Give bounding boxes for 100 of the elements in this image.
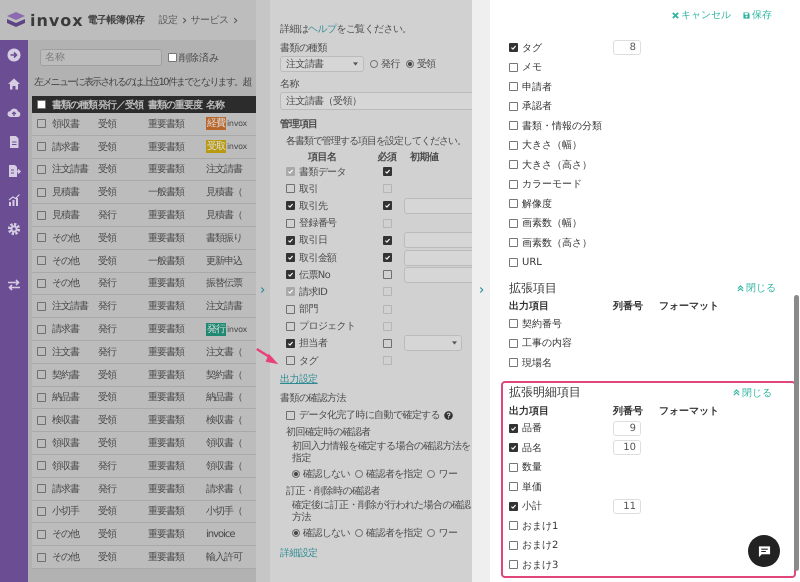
checkbox[interactable] <box>286 322 295 331</box>
settings-icon[interactable] <box>7 222 21 236</box>
checkbox[interactable] <box>382 270 392 280</box>
checkbox[interactable] <box>509 199 518 208</box>
checkbox[interactable] <box>509 82 518 92</box>
home-icon[interactable] <box>7 77 21 91</box>
checkbox[interactable] <box>36 119 46 128</box>
scrollbar[interactable] <box>794 295 799 571</box>
checkbox[interactable] <box>36 278 46 288</box>
checkbox[interactable] <box>509 443 518 452</box>
checkbox[interactable] <box>36 506 46 516</box>
checkbox[interactable] <box>509 521 518 530</box>
radio-button[interactable] <box>292 529 300 538</box>
column-header[interactable]: 書類の種類 <box>50 98 98 112</box>
checkbox[interactable] <box>509 319 518 328</box>
checkbox[interactable] <box>509 258 518 267</box>
checkbox[interactable] <box>509 560 518 570</box>
column-number-field[interactable]: 11 <box>613 498 641 514</box>
chevron-right-icon[interactable] <box>260 286 265 294</box>
cloud-upload-icon[interactable] <box>7 106 21 120</box>
checkbox[interactable] <box>36 392 46 402</box>
checkbox[interactable] <box>509 482 518 492</box>
breadcrumb-link[interactable]: サービス <box>190 13 229 27</box>
checkbox[interactable] <box>509 43 518 52</box>
checkbox[interactable] <box>509 502 518 511</box>
column-number-field[interactable]: 9 <box>613 420 641 436</box>
bar-chart-icon[interactable] <box>7 193 21 207</box>
checkbox[interactable] <box>382 253 392 262</box>
arrow-circle-icon[interactable] <box>7 48 21 62</box>
checkbox[interactable] <box>509 424 518 433</box>
checkbox[interactable] <box>36 347 46 356</box>
column-number-field[interactable]: 10 <box>613 440 641 456</box>
checkbox[interactable] <box>36 530 46 539</box>
radio-button[interactable] <box>370 60 378 68</box>
checkbox[interactable] <box>382 236 392 245</box>
checkbox[interactable] <box>509 140 518 150</box>
checkbox[interactable] <box>509 218 518 228</box>
radio-button[interactable] <box>427 470 436 478</box>
breadcrumb-link[interactable]: 設定 <box>158 13 178 27</box>
checkbox[interactable] <box>36 461 46 470</box>
initial-value-field[interactable] <box>404 198 472 214</box>
column-header[interactable]: 名称 <box>206 98 256 112</box>
checkbox[interactable] <box>286 270 295 280</box>
checkbox[interactable] <box>509 102 518 111</box>
document-export-icon[interactable] <box>7 164 21 178</box>
checkbox[interactable] <box>36 302 46 311</box>
name-field[interactable]: 注文請書（受領） <box>280 92 472 110</box>
checkbox[interactable] <box>286 236 295 245</box>
initial-value-field[interactable] <box>404 232 472 248</box>
checkbox[interactable] <box>36 438 46 448</box>
checkbox[interactable] <box>509 62 518 72</box>
checkbox[interactable] <box>36 210 46 220</box>
initial-value-field[interactable] <box>404 250 472 266</box>
search-field[interactable]: 名称 <box>40 49 162 66</box>
item-label: 解像度 <box>522 198 552 211</box>
checkbox[interactable] <box>36 484 46 494</box>
radio-button[interactable] <box>292 470 300 478</box>
checkbox[interactable] <box>509 160 518 170</box>
checkbox[interactable] <box>286 218 295 228</box>
checkbox[interactable] <box>36 188 46 197</box>
initial-value-field[interactable] <box>404 266 472 283</box>
swap-arrows-icon[interactable] <box>7 278 21 292</box>
checkbox[interactable] <box>286 304 295 314</box>
radio-button[interactable] <box>406 60 414 68</box>
checkbox[interactable] <box>509 338 518 348</box>
chat-button[interactable] <box>748 535 780 567</box>
checkbox[interactable] <box>286 201 295 210</box>
checkbox[interactable] <box>509 121 518 130</box>
checkbox[interactable] <box>36 370 46 380</box>
column-number-field[interactable]: 8 <box>613 40 641 56</box>
checkbox[interactable] <box>509 358 518 368</box>
checkbox[interactable] <box>36 324 46 334</box>
radio-button[interactable] <box>427 529 436 538</box>
checkbox[interactable] <box>286 184 295 194</box>
help-icon[interactable] <box>444 410 454 420</box>
checkbox[interactable] <box>286 338 295 348</box>
checkbox[interactable] <box>36 256 46 266</box>
radio-button[interactable] <box>355 470 364 478</box>
chevron-right-icon[interactable] <box>479 286 484 294</box>
checkbox[interactable] <box>382 338 392 348</box>
checkbox[interactable] <box>509 462 518 472</box>
checkbox[interactable] <box>286 356 295 366</box>
checkbox[interactable] <box>509 540 518 550</box>
checkbox[interactable] <box>509 180 518 189</box>
column-header[interactable]: 書類の重要度 <box>148 98 206 112</box>
checkbox[interactable] <box>36 164 46 174</box>
checkbox[interactable] <box>168 53 177 62</box>
checkbox[interactable] <box>36 552 46 562</box>
checkbox[interactable] <box>36 100 46 109</box>
checkbox[interactable] <box>382 201 392 210</box>
document-icon[interactable] <box>7 135 21 149</box>
checkbox[interactable] <box>286 410 295 420</box>
column-header[interactable]: 発行／受領 <box>98 98 148 112</box>
checkbox[interactable] <box>509 238 518 248</box>
checkbox[interactable] <box>36 142 46 152</box>
checkbox[interactable] <box>286 253 295 262</box>
document-type-select[interactable]: 注文請書 <box>280 56 364 72</box>
radio-button[interactable] <box>355 529 364 538</box>
checkbox[interactable] <box>36 416 46 425</box>
checkbox[interactable] <box>36 233 46 242</box>
